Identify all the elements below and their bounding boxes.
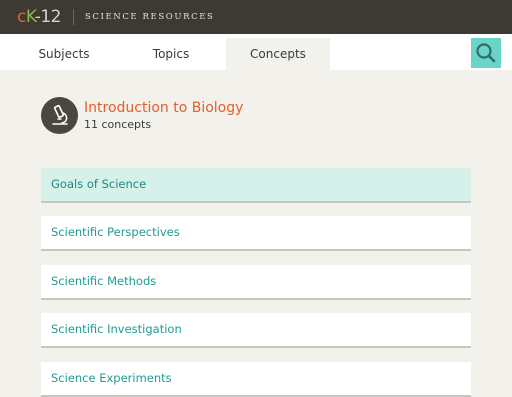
concept-scientific-investigation[interactable]: Scientific Investigation xyxy=(41,313,471,348)
site-title: Science Resources xyxy=(85,12,215,22)
concept-goals-of-science[interactable]: Goals of Science xyxy=(41,168,471,203)
subject-title[interactable]: Introduction to Biology xyxy=(84,99,243,117)
microscope-icon xyxy=(41,97,78,134)
header-divider xyxy=(73,9,74,25)
tab-subjects[interactable]: Subjects xyxy=(12,38,116,70)
concept-scientific-perspectives[interactable]: Scientific Perspectives xyxy=(41,216,471,251)
search-icon xyxy=(476,43,496,63)
tab-concepts[interactable]: Concepts xyxy=(226,38,330,70)
concept-count: 11 concepts xyxy=(84,118,152,131)
tab-topics[interactable]: Topics xyxy=(119,38,223,70)
top-bar: cK-12 Science Resources xyxy=(0,0,512,34)
search-button[interactable] xyxy=(471,38,501,68)
concept-science-experiments[interactable]: Science Experiments xyxy=(41,362,471,397)
concept-scientific-methods[interactable]: Scientific Methods xyxy=(41,265,471,300)
ck12-logo[interactable]: cK-12 xyxy=(17,7,62,27)
logo-number: -12 xyxy=(34,7,62,27)
logo-letter-c: c xyxy=(17,7,26,27)
logo-letter-k: K xyxy=(25,7,35,27)
